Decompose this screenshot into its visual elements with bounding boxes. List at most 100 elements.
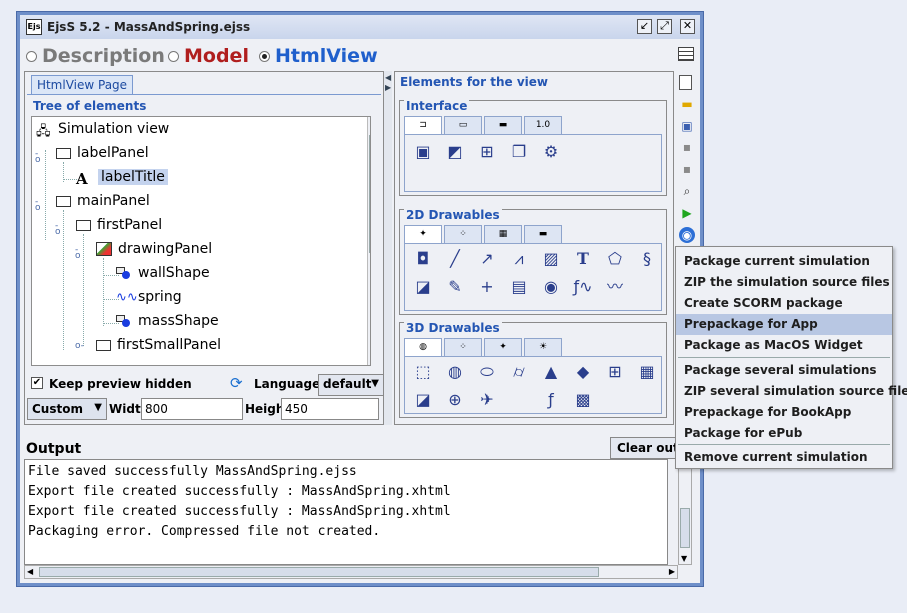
tree-node-wallshape[interactable]: wallShape bbox=[116, 265, 210, 281]
new-file-icon[interactable] bbox=[679, 75, 692, 90]
radio-model[interactable]: Model bbox=[168, 45, 249, 67]
trace-icon[interactable]: 〰 bbox=[603, 276, 627, 298]
collapse-toggle-icon[interactable]: -o bbox=[35, 198, 42, 213]
chart-3d-icon[interactable]: ◪ bbox=[411, 389, 435, 411]
close-icon[interactable]: ✕ bbox=[680, 19, 695, 34]
tab-2d-sets[interactable]: ⁘ bbox=[444, 225, 482, 243]
collapse-toggle-icon[interactable]: -o bbox=[75, 246, 82, 261]
tab-2d-basic[interactable]: ✦ bbox=[404, 225, 442, 243]
tab-3d-basic[interactable]: ◍ bbox=[404, 338, 442, 356]
split-divider[interactable]: ◀ ▶ bbox=[384, 71, 392, 425]
tree-node-spring[interactable]: ∿∿ spring bbox=[116, 289, 182, 305]
menu-item-prepackage-app[interactable]: Prepackage for App bbox=[676, 314, 892, 335]
window-element-icon[interactable]: ❐ bbox=[507, 141, 531, 163]
chart-icon[interactable]: ◪ bbox=[411, 276, 435, 298]
tree-node-firstpanel[interactable]: firstPanel bbox=[76, 217, 162, 233]
run-icon[interactable]: ▶ bbox=[679, 205, 695, 221]
camera-icon[interactable]: ◉ bbox=[539, 276, 563, 298]
box-3d-icon[interactable]: ⬚ bbox=[411, 361, 435, 383]
tab-interface-buttons[interactable]: ▬ bbox=[484, 116, 522, 134]
maximize-icon[interactable]: ⤢ bbox=[657, 19, 672, 34]
scroll-thumb[interactable] bbox=[369, 135, 370, 253]
scroll-up-icon[interactable]: ▲ bbox=[370, 119, 371, 128]
scroll-thumb[interactable] bbox=[39, 567, 599, 577]
spring-element-icon[interactable]: ⩘ bbox=[507, 248, 531, 270]
menu-item-prepackage-bookapp[interactable]: Prepackage for BookApp bbox=[676, 402, 892, 423]
tab-htmlview-page[interactable]: HtmlView Page bbox=[31, 75, 133, 95]
tab-2d-fields[interactable]: ▦ bbox=[484, 225, 522, 243]
analytic-curve-icon[interactable]: ✎ bbox=[443, 276, 467, 298]
output-vertical-scrollbar[interactable]: ▼ bbox=[678, 459, 692, 565]
polygon-icon[interactable]: ⬠ bbox=[603, 248, 627, 270]
pyramid-icon[interactable]: ◆ bbox=[571, 361, 595, 383]
segment-icon[interactable]: ╱ bbox=[443, 248, 467, 270]
tab-3d-sets[interactable]: ⁘ bbox=[444, 338, 482, 356]
cylinder-icon[interactable]: ⌭ bbox=[507, 361, 531, 383]
clear-output-button[interactable]: Clear output bbox=[610, 437, 680, 459]
menu-item-package-epub[interactable]: Package for ePub bbox=[676, 423, 892, 444]
collapse-toggle-icon[interactable]: -o bbox=[35, 150, 42, 165]
cone-icon[interactable]: ▲ bbox=[539, 361, 563, 383]
output-console[interactable]: File saved successfully MassAndSpring.ej… bbox=[24, 459, 668, 565]
tree-node-labelpanel[interactable]: labelPanel bbox=[56, 145, 149, 161]
scroll-thumb[interactable] bbox=[680, 508, 690, 548]
menu-item-zip-source[interactable]: ZIP the simulation source files bbox=[676, 272, 892, 293]
collapse-right-icon[interactable]: ▶ bbox=[385, 83, 391, 92]
collapse-left-icon[interactable]: ◀ bbox=[385, 73, 391, 82]
mesh-sphere-icon[interactable]: ⊕ bbox=[443, 389, 467, 411]
language-select[interactable]: default ▼ bbox=[318, 374, 384, 396]
function-icon[interactable]: ƒ∿ bbox=[571, 276, 595, 298]
tab-interface-containers[interactable]: ⊐ bbox=[404, 116, 442, 134]
element-tree[interactable]: -o -o -o -o o- 🖧 Simulation view labelPa… bbox=[31, 116, 371, 366]
scroll-left-icon[interactable]: ◀ bbox=[27, 567, 33, 576]
plane-icon[interactable]: ⊞ bbox=[603, 361, 627, 383]
width-input[interactable]: 800 bbox=[141, 398, 243, 420]
spaceship-icon[interactable]: ✈ bbox=[475, 389, 499, 411]
menu-item-package-current[interactable]: Package current simulation bbox=[676, 251, 892, 272]
search-icon[interactable]: ⌕ bbox=[679, 183, 695, 199]
open-folder-icon[interactable]: ▬ bbox=[679, 96, 695, 112]
tree-node-firstsmallpanel[interactable]: firstSmallPanel bbox=[96, 337, 221, 353]
package-icon[interactable]: ◉ bbox=[679, 227, 695, 243]
plotting-panel-element-icon[interactable]: ⊞ bbox=[475, 141, 499, 163]
scroll-down-icon[interactable]: ▼ bbox=[681, 554, 687, 563]
save-as-icon[interactable]: ▪ bbox=[679, 161, 695, 177]
text-element-icon[interactable]: T bbox=[571, 248, 595, 270]
arrow-icon[interactable]: ↗ bbox=[475, 248, 499, 270]
menu-item-macos-widget[interactable]: Package as MacOS Widget bbox=[676, 335, 892, 356]
tree-node-simulation-view[interactable]: 🖧 Simulation view bbox=[36, 121, 169, 139]
keep-preview-checkbox[interactable]: ✔ bbox=[31, 377, 43, 389]
grid-surface-icon[interactable]: ▩ bbox=[571, 389, 595, 411]
tree-node-mainpanel[interactable]: mainPanel bbox=[56, 193, 150, 209]
tab-3d-lights[interactable]: ☀ bbox=[524, 338, 562, 356]
tree-vertical-scrollbar[interactable]: ▲ ▼ bbox=[367, 117, 371, 365]
function-surface-icon[interactable]: ƒ bbox=[539, 389, 563, 411]
menu-item-package-several[interactable]: Package several simulations bbox=[676, 360, 892, 381]
tab-interface-fields[interactable]: 1.0 bbox=[524, 116, 562, 134]
radio-description[interactable]: Description bbox=[26, 45, 165, 67]
drawing-panel-element-icon[interactable]: ◩ bbox=[443, 141, 467, 163]
output-horizontal-scrollbar[interactable]: ◀ ▶ bbox=[24, 565, 678, 579]
height-input[interactable]: 450 bbox=[281, 398, 379, 420]
tree-node-labeltitle[interactable]: A labelTitle bbox=[76, 169, 168, 188]
gear-icon[interactable]: ⚙ bbox=[539, 141, 563, 163]
menu-item-zip-several[interactable]: ZIP several simulation source files bbox=[676, 381, 907, 402]
cross-icon[interactable]: + bbox=[475, 276, 499, 298]
save-icon[interactable]: ▪ bbox=[679, 139, 695, 155]
menu-item-remove-simulation[interactable]: Remove current simulation bbox=[676, 447, 892, 468]
sphere-icon[interactable]: ◍ bbox=[443, 361, 467, 383]
tree-node-drawingpanel[interactable]: drawingPanel bbox=[96, 241, 212, 257]
size-preset-select[interactable]: Custom ▼ bbox=[27, 398, 107, 420]
document-icon[interactable]: ▤ bbox=[507, 276, 531, 298]
tree-node-massshape[interactable]: massShape bbox=[116, 313, 219, 329]
collapse-toggle-icon[interactable]: -o bbox=[55, 222, 62, 237]
title-bar[interactable]: Ejs EjsS 5.2 - MassAndSpring.ejss ↙ ⤢ ✕ bbox=[20, 15, 700, 39]
open-examples-icon[interactable]: ▣ bbox=[679, 118, 695, 134]
radio-htmlview[interactable]: HtmlView bbox=[259, 45, 378, 67]
ellipsoid-icon[interactable]: ⬭ bbox=[475, 361, 499, 383]
expand-toggle-icon[interactable]: o- bbox=[75, 342, 84, 351]
scroll-down-icon[interactable]: ▼ bbox=[370, 356, 371, 365]
trail-icon[interactable]: § bbox=[635, 248, 659, 270]
tab-interface-windows[interactable]: ▭ bbox=[444, 116, 482, 134]
minimize-icon[interactable]: ↙ bbox=[637, 19, 652, 34]
